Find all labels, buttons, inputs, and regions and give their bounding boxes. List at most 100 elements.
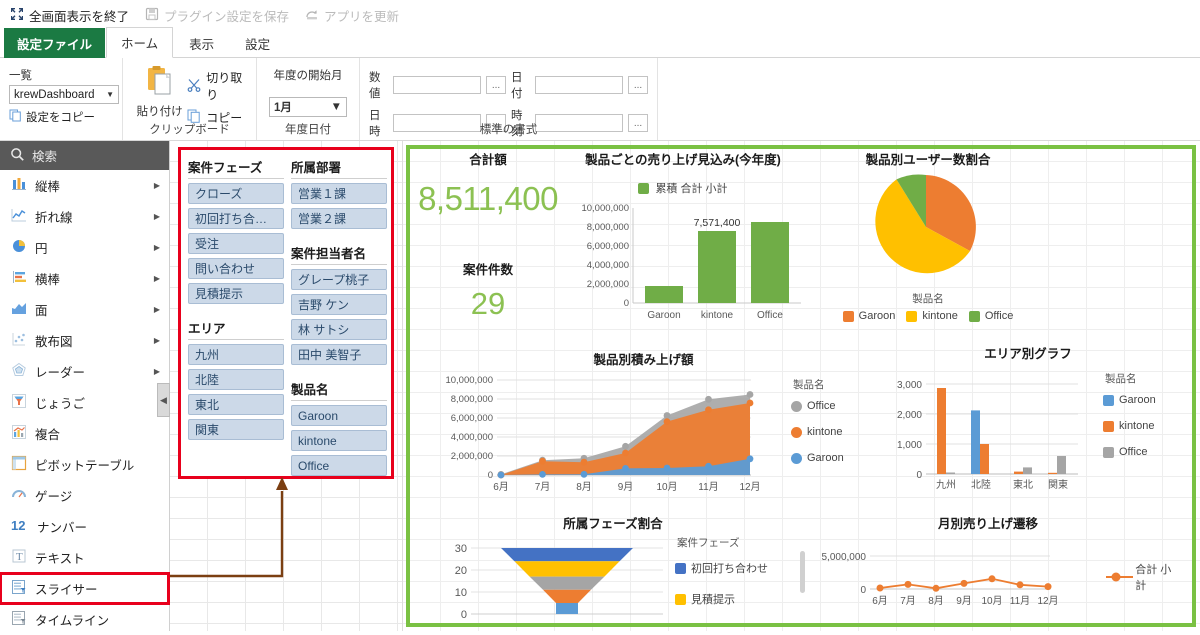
palette-item-combo[interactable]: 複合 <box>0 418 169 449</box>
legend-label: kintone <box>922 310 958 322</box>
slicer-chip[interactable]: 営業１課 <box>291 183 387 204</box>
refresh-app-label: アプリを更新 <box>324 9 400 24</box>
monthly-trend-chart[interactable]: 月別売り上げ遷移 5,000,000 0 6月 7月 8月 9月 10月 11月… <box>818 513 1178 618</box>
monthly-trend-title: 月別売り上げ遷移 <box>937 517 1038 531</box>
palette-item-line[interactable]: 折れ線 ▶ <box>0 201 169 232</box>
chevron-down-icon: ▼ <box>330 101 342 113</box>
scissors-icon <box>187 78 201 95</box>
slicer-chip[interactable]: Garoon <box>291 405 387 426</box>
copy-settings-button[interactable]: 設定をコピー <box>9 109 95 125</box>
palette-item-area[interactable]: 面 ▶ <box>0 294 169 325</box>
slicer-chip[interactable]: 田中 美智子 <box>291 344 387 365</box>
palette-search[interactable]: 検索 <box>0 141 169 170</box>
slicer-chip[interactable]: 営業２課 <box>291 208 387 229</box>
phase-funnel-chart[interactable]: 所属フェーズ割合 30 20 10 0 案件フェーズ 初回打ち合わせ 見積提示 <box>423 513 805 621</box>
slicer-chip[interactable]: 見積提示 <box>188 283 284 304</box>
slicer-chip[interactable]: 初回打ち合… <box>188 208 284 229</box>
paste-button[interactable]: 貼り付け <box>132 63 187 119</box>
ytick-label: 8,000,000 <box>587 222 629 233</box>
format-number-browse-button[interactable]: ... <box>486 76 506 94</box>
legend-item: kintone <box>791 426 844 438</box>
xtick-label: 12月 <box>739 481 760 493</box>
palette-item-radar[interactable]: レーダー ▶ <box>0 356 169 387</box>
xtick-label: Garoon <box>647 310 680 321</box>
slicer-selection-highlight: 案件フェーズ クローズ 初回打ち合… 受注 問い合わせ 見積提示 エリア 九州 … <box>178 147 394 479</box>
kpi-count-widget[interactable]: 案件件数 29 <box>413 259 563 322</box>
palette-item-bar[interactable]: 横棒 ▶ <box>0 263 169 294</box>
ytick-label: 4,000,000 <box>451 432 493 443</box>
legend-title: 製品名 <box>1105 373 1137 385</box>
kpi-total-value: 8,511,400 <box>418 180 558 217</box>
ytick-label: 0 <box>916 470 922 481</box>
slicer-chip[interactable]: 九州 <box>188 344 284 365</box>
format-date-browse-button[interactable]: ... <box>628 76 648 94</box>
slicer-column-right: 所属部署 営業１課 営業２課 案件担当者名 グレープ桃子 吉野 ケン 林 サトシ… <box>291 157 387 485</box>
funnel-legend-scrollbar[interactable] <box>800 551 805 593</box>
ytick-label: 2,000,000 <box>587 279 629 290</box>
slicer-chip[interactable]: 関東 <box>188 419 284 440</box>
legend-item: 見積提示 <box>675 591 801 607</box>
timeline-icon <box>11 610 27 629</box>
slicer-chip[interactable]: 吉野 ケン <box>291 294 387 315</box>
slicer-chip[interactable]: 林 サトシ <box>291 319 387 340</box>
product-forecast-legend: 累積 合計 小計 <box>553 180 813 196</box>
product-forecast-chart[interactable]: 製品ごとの売り上げ見込み(今年度) 累積 合計 小計 10,000,000 8,… <box>553 149 813 339</box>
palette-item-scatter[interactable]: 散布図 ▶ <box>0 325 169 356</box>
save-plugin-settings-command[interactable]: プラグイン設定を保存 <box>145 6 289 25</box>
tab-settings[interactable]: 設定 <box>230 28 285 58</box>
slicer-chip[interactable]: クローズ <box>188 183 284 204</box>
palette-item-label: 散布図 <box>35 335 73 349</box>
bar-office <box>751 222 789 303</box>
bar-data-label: 7,571,400 <box>694 217 741 229</box>
product-user-pie-chart[interactable]: 製品別ユーザー数割合 製品名 Garoon kintone Office <box>808 149 1048 339</box>
xtick-label: 九州 <box>936 479 956 491</box>
xtick-label: 11月 <box>698 481 718 493</box>
pivot-table-icon <box>11 455 27 474</box>
legend-label: 初回打ち合わせ <box>691 563 768 575</box>
svg-text:12: 12 <box>11 518 25 533</box>
palette-item-text[interactable]: T テキスト <box>0 542 169 573</box>
bar-garoon <box>645 286 683 303</box>
palette-item-pivot-table[interactable]: ピボットテーブル <box>0 449 169 480</box>
legend-label: 合計 小計 <box>1135 564 1172 592</box>
dashboard-select[interactable]: krewDashboard ▼ <box>9 85 119 104</box>
slicer-chip[interactable]: Office <box>291 455 387 476</box>
tab-view[interactable]: 表示 <box>174 28 229 58</box>
exit-fullscreen-label: 全画面表示を終了 <box>29 9 130 24</box>
slicer-chip[interactable]: グレープ桃子 <box>291 269 387 290</box>
refresh-app-command[interactable]: アプリを更新 <box>305 6 399 25</box>
exit-fullscreen-command[interactable]: 全画面表示を終了 <box>10 6 129 25</box>
slicer-chip[interactable]: 北陸 <box>188 369 284 390</box>
format-number-input[interactable] <box>393 76 481 94</box>
palette-item-column[interactable]: 縦棒 ▶ <box>0 170 169 201</box>
legend-title: 案件フェーズ <box>677 537 740 549</box>
panel-collapse-handle[interactable]: ◀ <box>157 383 170 417</box>
slicer-chip[interactable]: 受注 <box>188 233 284 254</box>
palette-item-gauge[interactable]: ゲージ <box>0 480 169 511</box>
tab-settings-file[interactable]: 設定ファイル <box>4 28 106 58</box>
palette-item-pie[interactable]: 円 ▶ <box>0 232 169 263</box>
format-date-input[interactable] <box>535 76 623 94</box>
slicer-chip[interactable]: 問い合わせ <box>188 258 284 279</box>
palette-item-slicer[interactable]: スライサー <box>0 572 170 605</box>
legend-item: Garoon <box>1103 394 1156 406</box>
fiscal-start-month-select[interactable]: 1月 ▼ <box>269 97 347 117</box>
palette-item-number[interactable]: 12 ナンバー <box>0 511 169 542</box>
bar-chart-icon <box>11 269 27 288</box>
tab-home[interactable]: ホーム <box>106 27 174 58</box>
area-bar-title: エリア別グラフ <box>984 347 1072 361</box>
cut-button[interactable]: 切り取り <box>187 69 247 103</box>
slicer-chip[interactable]: kintone <box>291 430 387 451</box>
chevron-right-icon: ▶ <box>153 336 160 345</box>
product-stacked-area-chart[interactable]: 製品別積み上げ額 10,000,000 8,000,000 6,000,000 … <box>411 349 876 497</box>
palette-item-timeline[interactable]: タイムライン <box>0 604 169 635</box>
ytick-label: 6,000,000 <box>587 241 629 252</box>
kpi-total-widget[interactable]: 合計額 8,511,400 <box>413 149 563 218</box>
fullscreen-exit-icon <box>10 7 24 24</box>
ytick-label: 8,000,000 <box>451 394 493 405</box>
area-bar-chart[interactable]: エリア別グラフ 3,000 2,000 1,000 0 九州 北陸 東北 関東 … <box>878 343 1178 491</box>
palette-item-label: ピボットテーブル <box>35 459 135 473</box>
stacked-area-legend: 製品名 Office kintone Garoon <box>791 377 844 464</box>
palette-item-funnel[interactable]: じょうご <box>0 387 169 418</box>
slicer-chip[interactable]: 東北 <box>188 394 284 415</box>
